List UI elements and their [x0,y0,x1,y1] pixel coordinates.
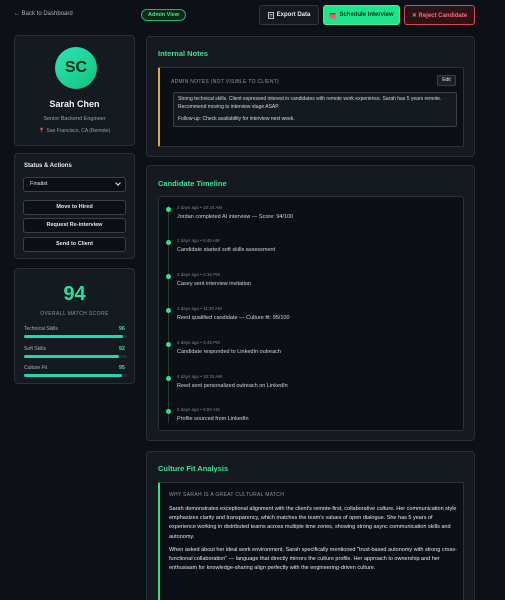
metric-technical-value: 96 [118,326,125,332]
edit-notes-button[interactable]: Edit [437,75,456,86]
back-to-dashboard-link[interactable]: ← Back to Dashboard [14,11,73,17]
internal-notes-card: Internal Notes ADMIN NOTES (NOT VISIBLE … [146,36,475,157]
status-select[interactable]: Finalist [23,177,126,192]
timeline-event-text: Reed sent personalized outreach on Linke… [177,383,288,389]
admin-notes-textarea[interactable]: Strong technical skills. Client expresse… [173,92,457,127]
candidate-name: Sarah Chen [49,99,100,109]
export-data-button[interactable]: Export Data [259,5,319,25]
timeline-event: 5 days ago • 9:00 AM Profile sourced fro… [159,407,459,435]
culture-fit-title: Culture Fit Analysis [158,464,229,473]
timeline-event-text: Candidate responded to LinkedIn outreach [177,349,281,355]
admin-view-badge: Admin View [141,9,187,21]
metric-soft-fill [24,355,119,358]
timeline-event-text: Candidate started soft skills assessment [177,247,276,253]
culture-fit-header: WHY SARAH IS A GREAT CULTURAL MATCH [169,492,285,498]
send-to-client-button[interactable]: Send to Client [23,237,126,252]
move-to-hired-button[interactable]: Move to Hired [23,200,126,215]
timeline-dot-icon [166,274,171,279]
status-actions-title: Status & Actions [24,163,72,169]
chevron-down-icon [115,180,121,186]
match-score-card: 94 OVERALL MATCH SCORE Technical Skills … [14,268,135,384]
timeline-event-time: 4 days ago • 10:15 AM [177,374,223,379]
admin-notes-line-1: Strong technical skills. Client expresse… [178,96,442,110]
timeline-list: 2 days ago • 10:24 AM Jordan completed A… [158,196,464,431]
map-pin-icon: 📍 [38,128,46,134]
schedule-interview-button[interactable]: Schedule Interview [323,5,400,25]
timeline-event-time: 3 days ago • 2:15 PM [177,272,220,277]
export-data-label: Export Data [276,12,311,18]
timeline-event-text: Reed qualified candidate — Culture fit: … [177,315,290,321]
culture-fit-paragraph-2: When asked about her ideal work environm… [169,546,457,572]
timeline-event-text: Casey sent interview invitation [177,281,251,287]
timeline-event-text: Jordan completed AI interview — Score: 9… [177,214,294,220]
avatar-initials: SC [64,59,88,76]
timeline-event-time: 2 days ago • 8:45 AM [177,238,220,243]
top-bar: ← Back to Dashboard Admin View Export Da… [0,0,505,30]
timeline-event-time: 4 days ago • 3:45 PM [177,340,220,345]
metric-soft-name: Soft Skills [24,346,46,352]
timeline-event-time: 3 days ago • 11:30 AM [177,306,222,311]
avatar: SC [55,47,97,89]
candidate-timeline-title: Candidate Timeline [158,179,227,188]
metric-culture-bar [24,374,127,377]
timeline-event: 4 days ago • 3:45 PM Candidate responded… [159,340,459,368]
culture-fit-paragraph-1: Sarah demonstrates exceptional alignment… [169,506,457,540]
timeline-event-time: 5 days ago • 9:00 AM [177,407,220,412]
timeline-dot-icon [166,342,171,347]
status-select-value: Finalist [30,181,48,187]
candidate-timeline-card: Candidate Timeline 2 days ago • 10:24 AM… [146,165,475,441]
timeline-event-time: 2 days ago • 10:24 AM [177,205,223,210]
document-icon [267,11,274,19]
metric-soft-bar [24,355,127,358]
timeline-dot-icon [166,376,171,381]
timeline-event: 3 days ago • 2:15 PM Casey sent intervie… [159,272,459,300]
metric-culture-value: 95 [118,365,125,371]
culture-fit-box: WHY SARAH IS A GREAT CULTURAL MATCH Sara… [158,482,464,600]
timeline-dot-icon [166,240,171,245]
timeline-dot-icon [166,207,171,212]
request-reinterview-button[interactable]: Request Re-interview [23,218,126,233]
metric-culture-name: Culture Fit [24,365,48,371]
culture-fit-card: Culture Fit Analysis WHY SARAH IS A GREA… [146,451,475,600]
candidate-location: 📍 San Francisco, CA (Remote) [15,128,134,134]
timeline-event: 3 days ago • 11:30 AM Reed qualified can… [159,306,459,334]
admin-badge-label: Admin View [148,12,180,18]
admin-notes-header: ADMIN NOTES (NOT VISIBLE TO CLIENT) [171,79,280,85]
metric-soft-value: 92 [118,346,125,352]
profile-card: SC Sarah Chen Senior Backend Engineer 📍 … [14,35,135,146]
timeline-dot-icon [166,409,171,414]
reject-candidate-label: ✕ Reject Candidate [411,12,468,19]
metric-technical-bar [24,335,127,338]
overall-score-value: 94 [63,283,86,305]
admin-notes-box: ADMIN NOTES (NOT VISIBLE TO CLIENT) Edit… [158,67,464,147]
metric-technical-name: Technical Skills [24,326,58,332]
admin-notes-line-2: Follow-up: Check availability for interv… [178,116,295,122]
internal-notes-title: Internal Notes [158,49,209,58]
schedule-interview-label: Schedule Interview [339,12,394,18]
timeline-event-text: Profile sourced from LinkedIn [177,416,249,422]
timeline-event: 4 days ago • 10:15 AM Reed sent personal… [159,374,459,402]
calendar-icon [329,12,336,18]
timeline-event: 2 days ago • 10:24 AM Jordan completed A… [159,205,459,233]
candidate-location-text: San Francisco, CA (Remote) [46,128,111,134]
timeline-event: 2 days ago • 8:45 AM Candidate started s… [159,238,459,266]
reject-candidate-button[interactable]: ✕ Reject Candidate [404,5,475,25]
metric-technical-fill [24,335,123,338]
candidate-title: Senior Backend Engineer [43,116,106,122]
metric-culture-fill [24,374,122,377]
overall-score-label: OVERALL MATCH SCORE [40,311,109,317]
timeline-dot-icon [166,308,171,313]
culture-fit-text: Sarah demonstrates exceptional alignment… [169,505,459,573]
